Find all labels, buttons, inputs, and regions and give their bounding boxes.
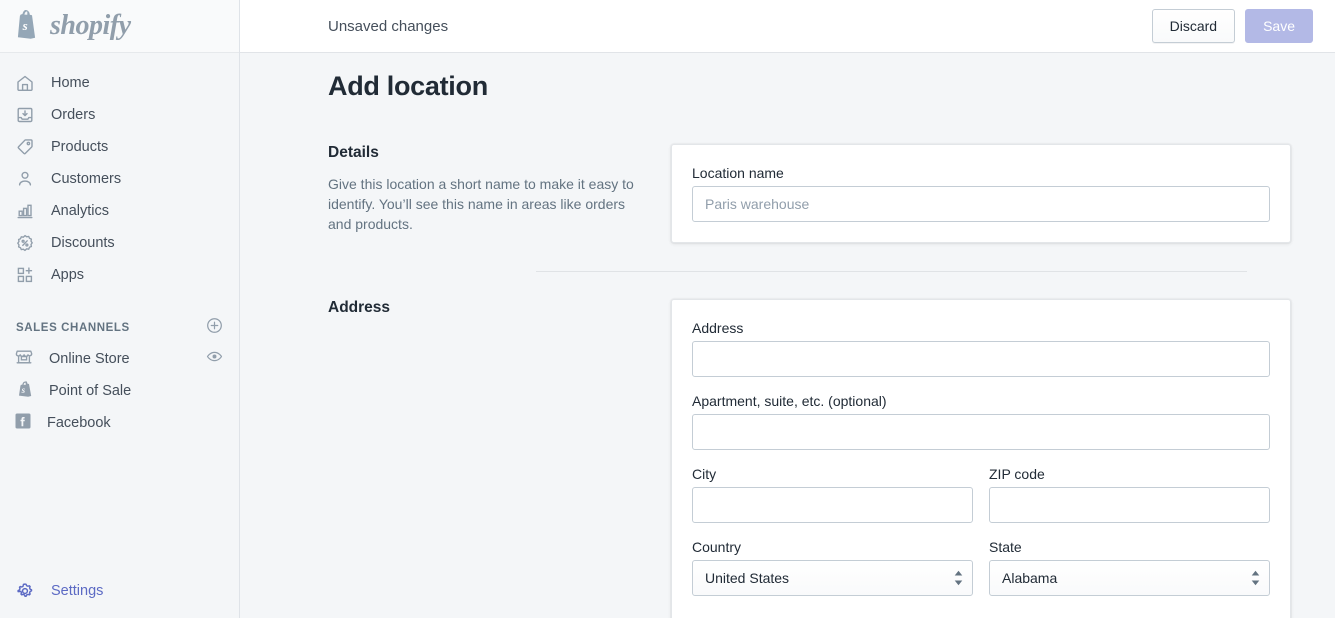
sidebar-item-label: Point of Sale	[49, 383, 132, 399]
save-button[interactable]: Save	[1245, 9, 1313, 43]
sidebar-item-discounts[interactable]: Discounts	[0, 227, 239, 259]
country-field: Country United States	[692, 539, 973, 596]
sidebar-item-label: Discounts	[51, 235, 115, 251]
details-heading: Details	[328, 144, 379, 161]
sidebar-item-label: Orders	[51, 107, 96, 123]
apartment-label: Apartment, suite, etc. (optional)	[692, 393, 887, 409]
address-section: Address Address Apartment, suite, etc. (…	[240, 299, 1335, 618]
svg-text:s: s	[21, 385, 26, 395]
location-name-field: Location name	[692, 165, 1270, 222]
details-section-description: Details Give this location a short name …	[328, 144, 671, 243]
state-field: State Alabama	[989, 539, 1270, 596]
state-select-value: Alabama	[1002, 570, 1058, 586]
home-icon	[14, 72, 36, 94]
shopify-wordmark: shopify	[50, 10, 131, 41]
state-label: State	[989, 539, 1022, 555]
zip-label: ZIP code	[989, 466, 1045, 482]
discount-badge-icon	[14, 232, 36, 254]
discard-button[interactable]: Discard	[1151, 9, 1236, 43]
sidebar-settings-row: Settings	[0, 575, 239, 607]
details-section: Details Give this location a short name …	[240, 144, 1335, 243]
pos-bag-icon: s	[14, 379, 34, 404]
sidebar-item-label: Apps	[51, 267, 85, 283]
address-card: Address Apartment, suite, etc. (optional…	[671, 299, 1291, 618]
sidebar-item-label: Settings	[51, 583, 104, 599]
sidebar-item-label: Customers	[51, 171, 122, 187]
apps-grid-plus-icon	[14, 264, 36, 286]
location-name-label: Location name	[692, 165, 784, 181]
address-heading: Address	[328, 299, 391, 316]
shopify-bag-icon: s	[14, 9, 41, 44]
sidebar-item-label: Online Store	[49, 351, 130, 367]
page-content: Add location Details Give this location …	[240, 53, 1335, 618]
bar-chart-icon	[14, 200, 36, 222]
country-label: Country	[692, 539, 742, 555]
apartment-field: Apartment, suite, etc. (optional)	[692, 393, 1270, 450]
city-field: City	[692, 466, 973, 523]
zip-field: ZIP code	[989, 466, 1270, 523]
sidebar-item-point-of-sale[interactable]: s Point of Sale	[0, 375, 239, 407]
city-label: City	[692, 466, 717, 482]
sidebar-item-settings[interactable]: Settings	[0, 575, 239, 607]
address-input[interactable]	[692, 341, 1270, 377]
sales-channels-title: SALES CHANNELS	[16, 322, 130, 334]
country-select-value: United States	[705, 570, 790, 586]
sidebar-logo-bar: s shopify	[0, 0, 239, 53]
sidebar-item-facebook[interactable]: Facebook	[0, 407, 239, 439]
sidebar-item-products[interactable]: Products	[0, 131, 239, 163]
sidebar-item-apps[interactable]: Apps	[0, 259, 239, 291]
eye-icon[interactable]	[206, 348, 223, 370]
location-name-input[interactable]	[692, 186, 1270, 222]
sidebar-item-label: Analytics	[51, 203, 110, 219]
sidebar: s shopify Home Orders Products Customers…	[0, 0, 240, 618]
orders-inbox-icon	[14, 104, 36, 126]
sidebar-item-label: Home	[51, 75, 90, 91]
main-area: Unsaved changes Discard Save Add locatio…	[240, 0, 1335, 618]
shopify-logo[interactable]: s shopify	[14, 9, 131, 44]
apartment-input[interactable]	[692, 414, 1270, 450]
sidebar-item-label: Products	[51, 139, 109, 155]
sidebar-item-analytics[interactable]: Analytics	[0, 195, 239, 227]
address-section-description: Address	[328, 299, 671, 618]
unsaved-changes-text: Unsaved changes	[328, 17, 449, 35]
shopify-admin-window: s shopify Home Orders Products Customers…	[0, 0, 1335, 618]
section-divider	[536, 271, 1247, 272]
facebook-icon	[14, 412, 32, 435]
person-icon	[14, 168, 36, 190]
sidebar-item-customers[interactable]: Customers	[0, 163, 239, 195]
country-state-row: Country United States State Alabama	[692, 539, 1270, 612]
tag-icon	[14, 136, 36, 158]
sales-channels-header: SALES CHANNELS	[0, 313, 239, 343]
gear-icon	[14, 580, 36, 602]
address-field: Address	[692, 320, 1270, 377]
storefront-icon	[14, 347, 34, 372]
details-card: Location name	[671, 144, 1291, 243]
context-bar: Unsaved changes Discard Save	[240, 0, 1335, 53]
context-bar-actions: Discard Save	[1151, 9, 1313, 43]
sidebar-item-orders[interactable]: Orders	[0, 99, 239, 131]
zip-input[interactable]	[989, 487, 1270, 523]
city-input[interactable]	[692, 487, 973, 523]
sales-channels-list: Online Store s Point of Sale Facebook	[0, 343, 239, 439]
country-select[interactable]: United States	[692, 560, 973, 596]
details-description-text: Give this location a short name to make …	[328, 176, 634, 232]
city-zip-row: City ZIP code	[692, 466, 1270, 539]
sidebar-item-label: Facebook	[47, 415, 111, 431]
sidebar-nav-list: Home Orders Products Customers Analytics…	[0, 53, 239, 291]
page-title: Add location	[328, 71, 488, 101]
plus-circle-icon[interactable]	[206, 317, 223, 339]
state-select[interactable]: Alabama	[989, 560, 1270, 596]
svg-text:s: s	[22, 18, 28, 33]
sidebar-item-online-store[interactable]: Online Store	[0, 343, 239, 375]
sidebar-item-home[interactable]: Home	[0, 67, 239, 99]
address-label: Address	[692, 320, 744, 336]
